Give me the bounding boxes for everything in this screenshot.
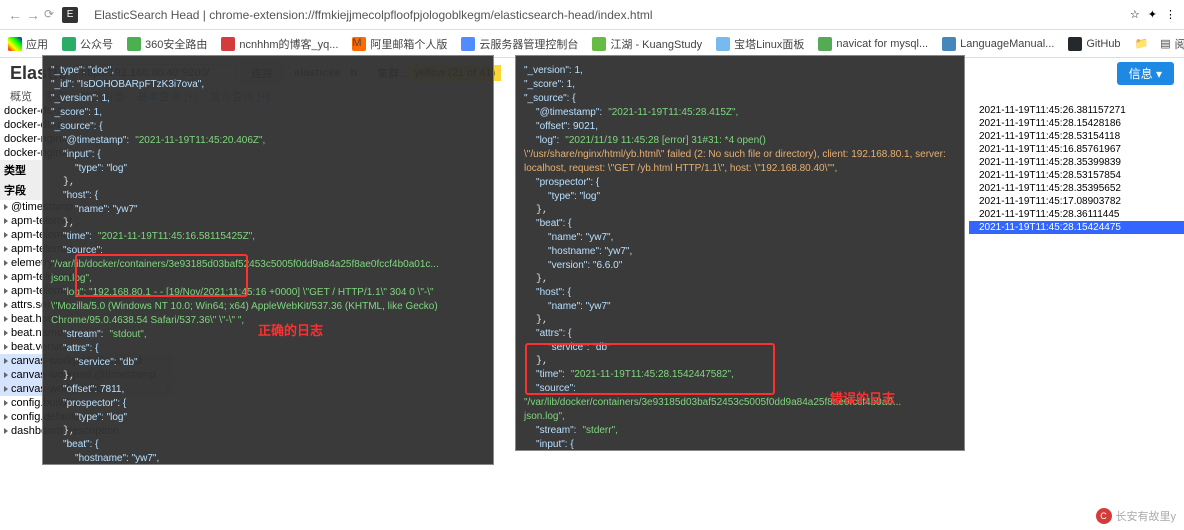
bookmark-aliyun[interactable]: M阿里邮箱个人版 <box>352 36 447 52</box>
table-row[interactable]: 2021-11-19T11:45:17.08903782 <box>969 195 1184 208</box>
extension-icon: E <box>62 7 78 23</box>
table-row[interactable]: 2021-11-19T11:45:28.15428186 <box>969 117 1184 130</box>
browser-bar: ← → ⟳ E ElasticSearch Head | chrome-exte… <box>0 0 1184 30</box>
bookmarks-bar: 应用 公众号 360安全路由 ncnhhm的博客_yq... M阿里邮箱个人版 … <box>0 30 1184 58</box>
back-icon[interactable]: ← <box>8 7 22 23</box>
bookmark-github[interactable]: GitHub <box>1068 37 1120 51</box>
kuang-icon <box>592 37 606 51</box>
bookmark-weixin[interactable]: 公众号 <box>62 36 113 52</box>
url-bar[interactable]: ElasticSearch Head | chrome-extension://… <box>86 8 1122 22</box>
reload-icon[interactable]: ⟳ <box>44 7 54 23</box>
star-icon[interactable]: ☆ <box>1130 8 1140 21</box>
table-row[interactable]: 2021-11-19T11:45:28.53154118 <box>969 130 1184 143</box>
menu-icon[interactable]: ⋮ <box>1165 8 1176 21</box>
bookmark-lang[interactable]: LanguageManual... <box>942 37 1054 51</box>
watermark: C 长安有故里y <box>1096 508 1177 524</box>
reading-list[interactable]: ▤ 阅读清单 <box>1160 36 1184 52</box>
extensions-icon[interactable]: ✦ <box>1148 8 1157 21</box>
json-popup-left[interactable]: "_type": "doc", "_id": "IsDOHOBARpFTzK3i… <box>42 55 494 465</box>
forward-icon[interactable]: → <box>26 7 40 23</box>
table-row[interactable]: 2021-11-19T11:45:16.85761967 <box>969 143 1184 156</box>
nav-arrows: ← → ⟳ <box>8 7 54 23</box>
bookmark-kuang[interactable]: 江湖 - KuangStudy <box>592 36 702 52</box>
apps-button[interactable]: 应用 <box>8 36 48 52</box>
watermark-icon: C <box>1096 508 1112 524</box>
weixin-icon <box>62 37 76 51</box>
table-row[interactable]: 2021-11-19T11:45:28.35395652 <box>969 182 1184 195</box>
lang-icon <box>942 37 956 51</box>
table-row[interactable]: 2021-11-19T11:45:28.15424475 <box>969 221 1184 234</box>
info-button[interactable]: 信息 ▾ <box>1117 62 1174 85</box>
360-icon <box>127 37 141 51</box>
tab-overview[interactable]: 概览 <box>10 91 32 103</box>
bookmark-cloud[interactable]: 云服务器管理控制台 <box>461 36 578 52</box>
csdn-icon <box>221 37 235 51</box>
bookmark-baota[interactable]: 宝塔Linux面板 <box>716 36 804 52</box>
bookmark-360[interactable]: 360安全路由 <box>127 36 207 52</box>
table-row[interactable]: 2021-11-19T11:45:28.53157854 <box>969 169 1184 182</box>
table-row[interactable]: 2021-11-19T11:45:28.35399839 <box>969 156 1184 169</box>
apps-icon <box>8 37 22 51</box>
baota-icon <box>716 37 730 51</box>
results-table: 2021-11-19T11:45:26.3811572712021-11-19T… <box>969 104 1184 234</box>
label-error-log: 错误的日志 <box>830 388 895 407</box>
github-icon <box>1068 37 1082 51</box>
cloud-icon <box>461 37 475 51</box>
table-row[interactable]: 2021-11-19T11:45:26.381157271 <box>969 104 1184 117</box>
label-correct-log: 正确的日志 <box>258 320 323 339</box>
bookmark-csdn[interactable]: ncnhhm的博客_yq... <box>221 36 338 52</box>
navicat-icon <box>818 37 832 51</box>
bookmark-navicat[interactable]: navicat for mysql... <box>818 37 928 51</box>
table-row[interactable]: 2021-11-19T11:45:28.36111445 <box>969 208 1184 221</box>
json-popup-right[interactable]: "_version": 1, "_score": 1, "_source": {… <box>515 55 965 451</box>
folder-icon[interactable]: 📁 <box>1135 36 1149 52</box>
mail-icon: M <box>352 37 366 51</box>
